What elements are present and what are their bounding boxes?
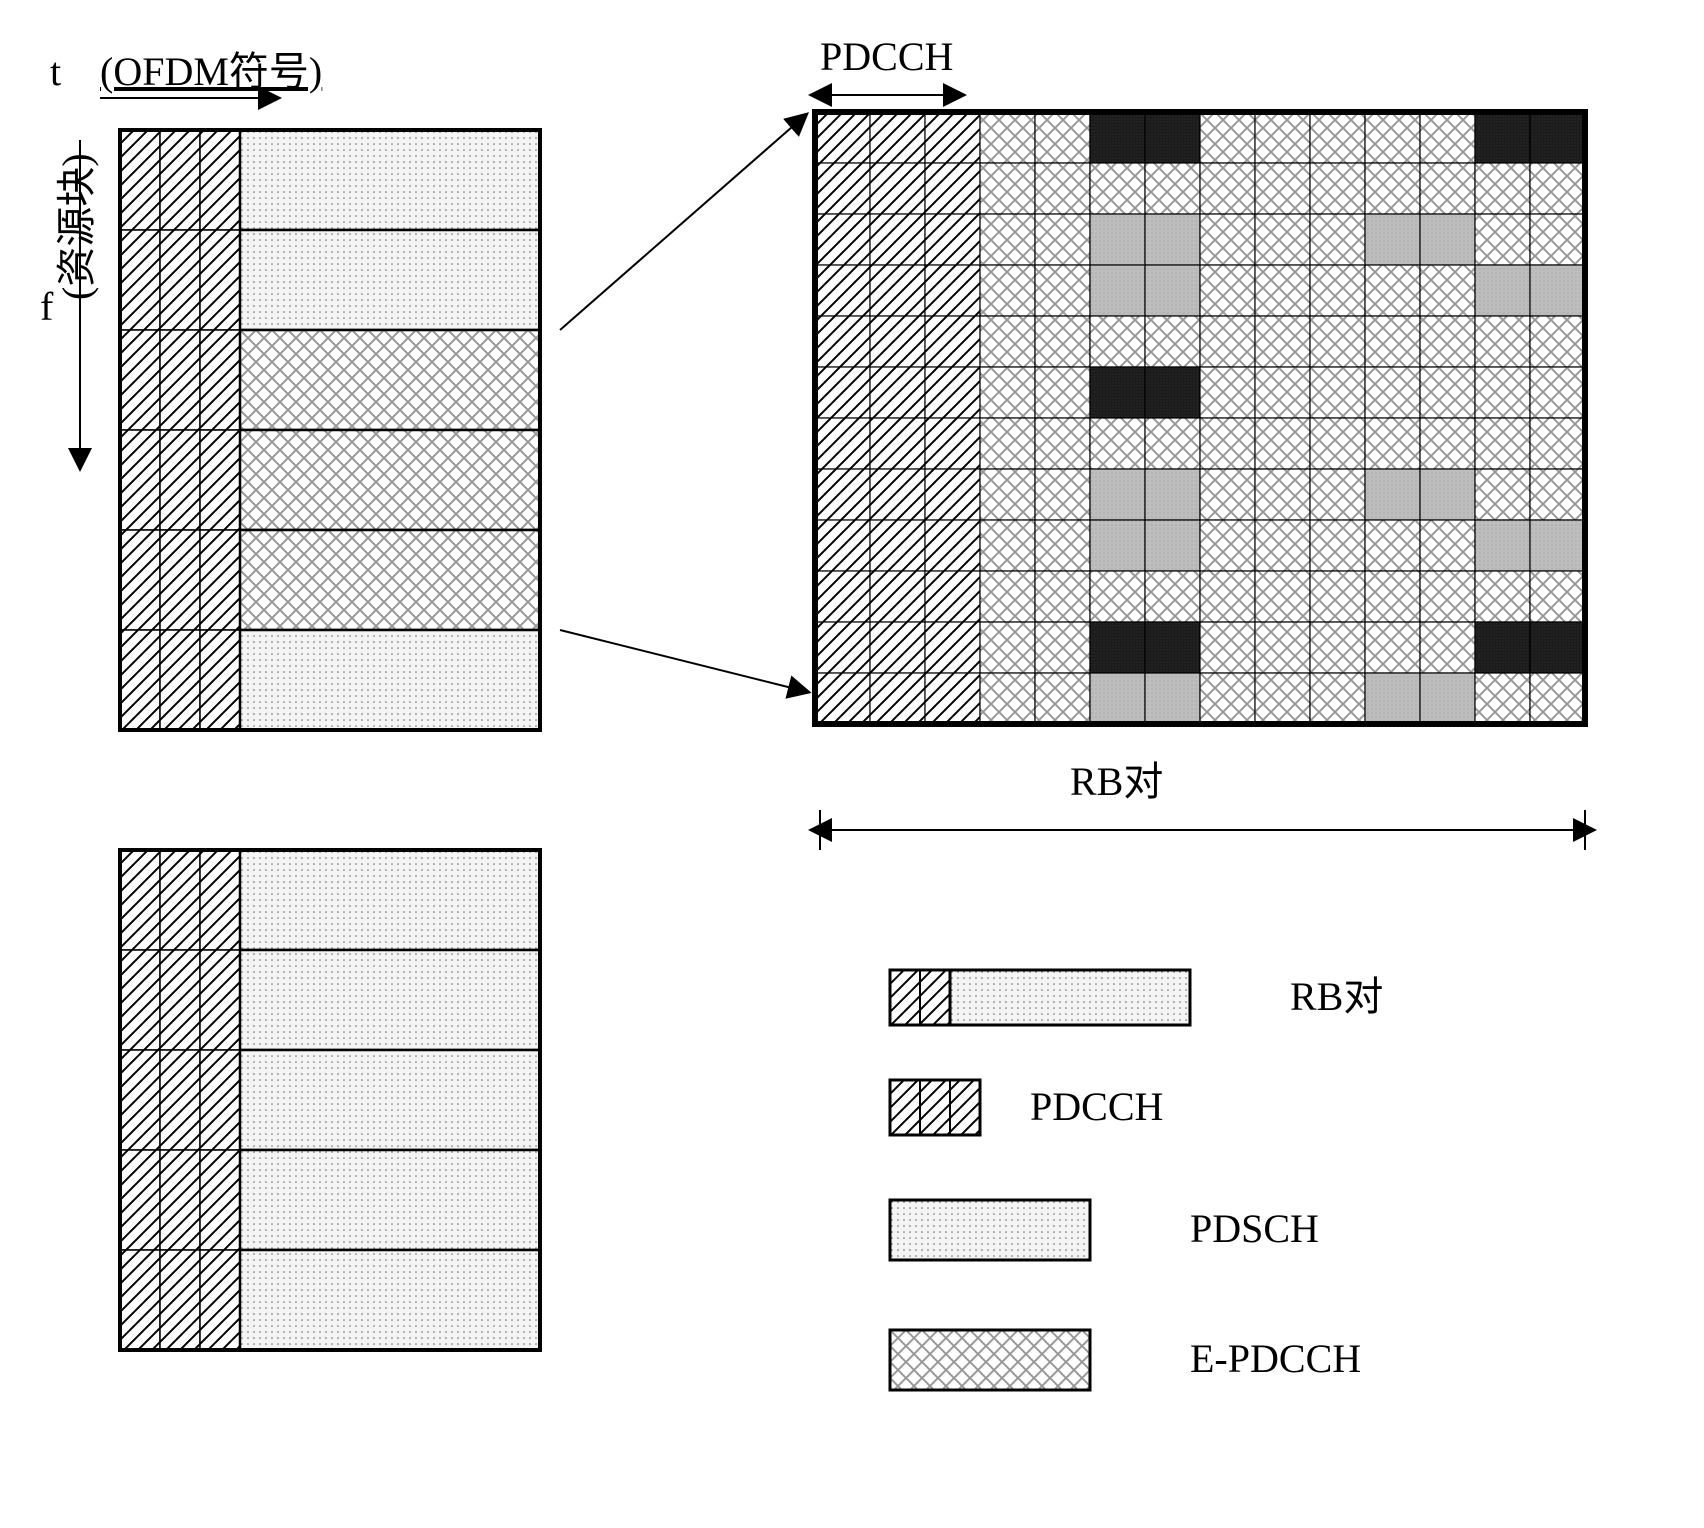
pdcch-top-label: PDCCH [820, 40, 953, 79]
legend-pdsch-label: PDSCH [1190, 1206, 1319, 1251]
zoom-arrow-bottom [560, 630, 800, 690]
t-label: t [50, 49, 61, 94]
legend-pdcch-label: PDCCH [1030, 1084, 1163, 1129]
diagram-root: t (OFDM符号) f (资源块) PDCCH RB对 RB对 [40, 40, 1664, 1488]
lower-left-grid [120, 850, 540, 1350]
legend-epdcch: E-PDCCH [890, 1330, 1361, 1390]
legend-rb-pair: RB对 [890, 970, 1383, 1025]
legend-rb-pair-label: RB对 [1290, 974, 1383, 1019]
legend-pdcch: PDCCH [890, 1080, 1163, 1135]
f-label: f [40, 284, 54, 329]
legend-pdsch: PDSCH [890, 1200, 1319, 1260]
zoom-arrow-top [560, 120, 800, 330]
right-grid [815, 112, 1585, 724]
t-paren-label: (OFDM符号) [100, 49, 322, 94]
f-paren-label: (资源块) [54, 153, 99, 300]
legend: RB对 PDCCH PDSCH E-PDCCH [890, 970, 1383, 1390]
rb-pair-label: RB对 [1070, 759, 1163, 804]
legend-epdcch-label: E-PDCCH [1190, 1336, 1361, 1381]
upper-left-grid [120, 130, 540, 730]
